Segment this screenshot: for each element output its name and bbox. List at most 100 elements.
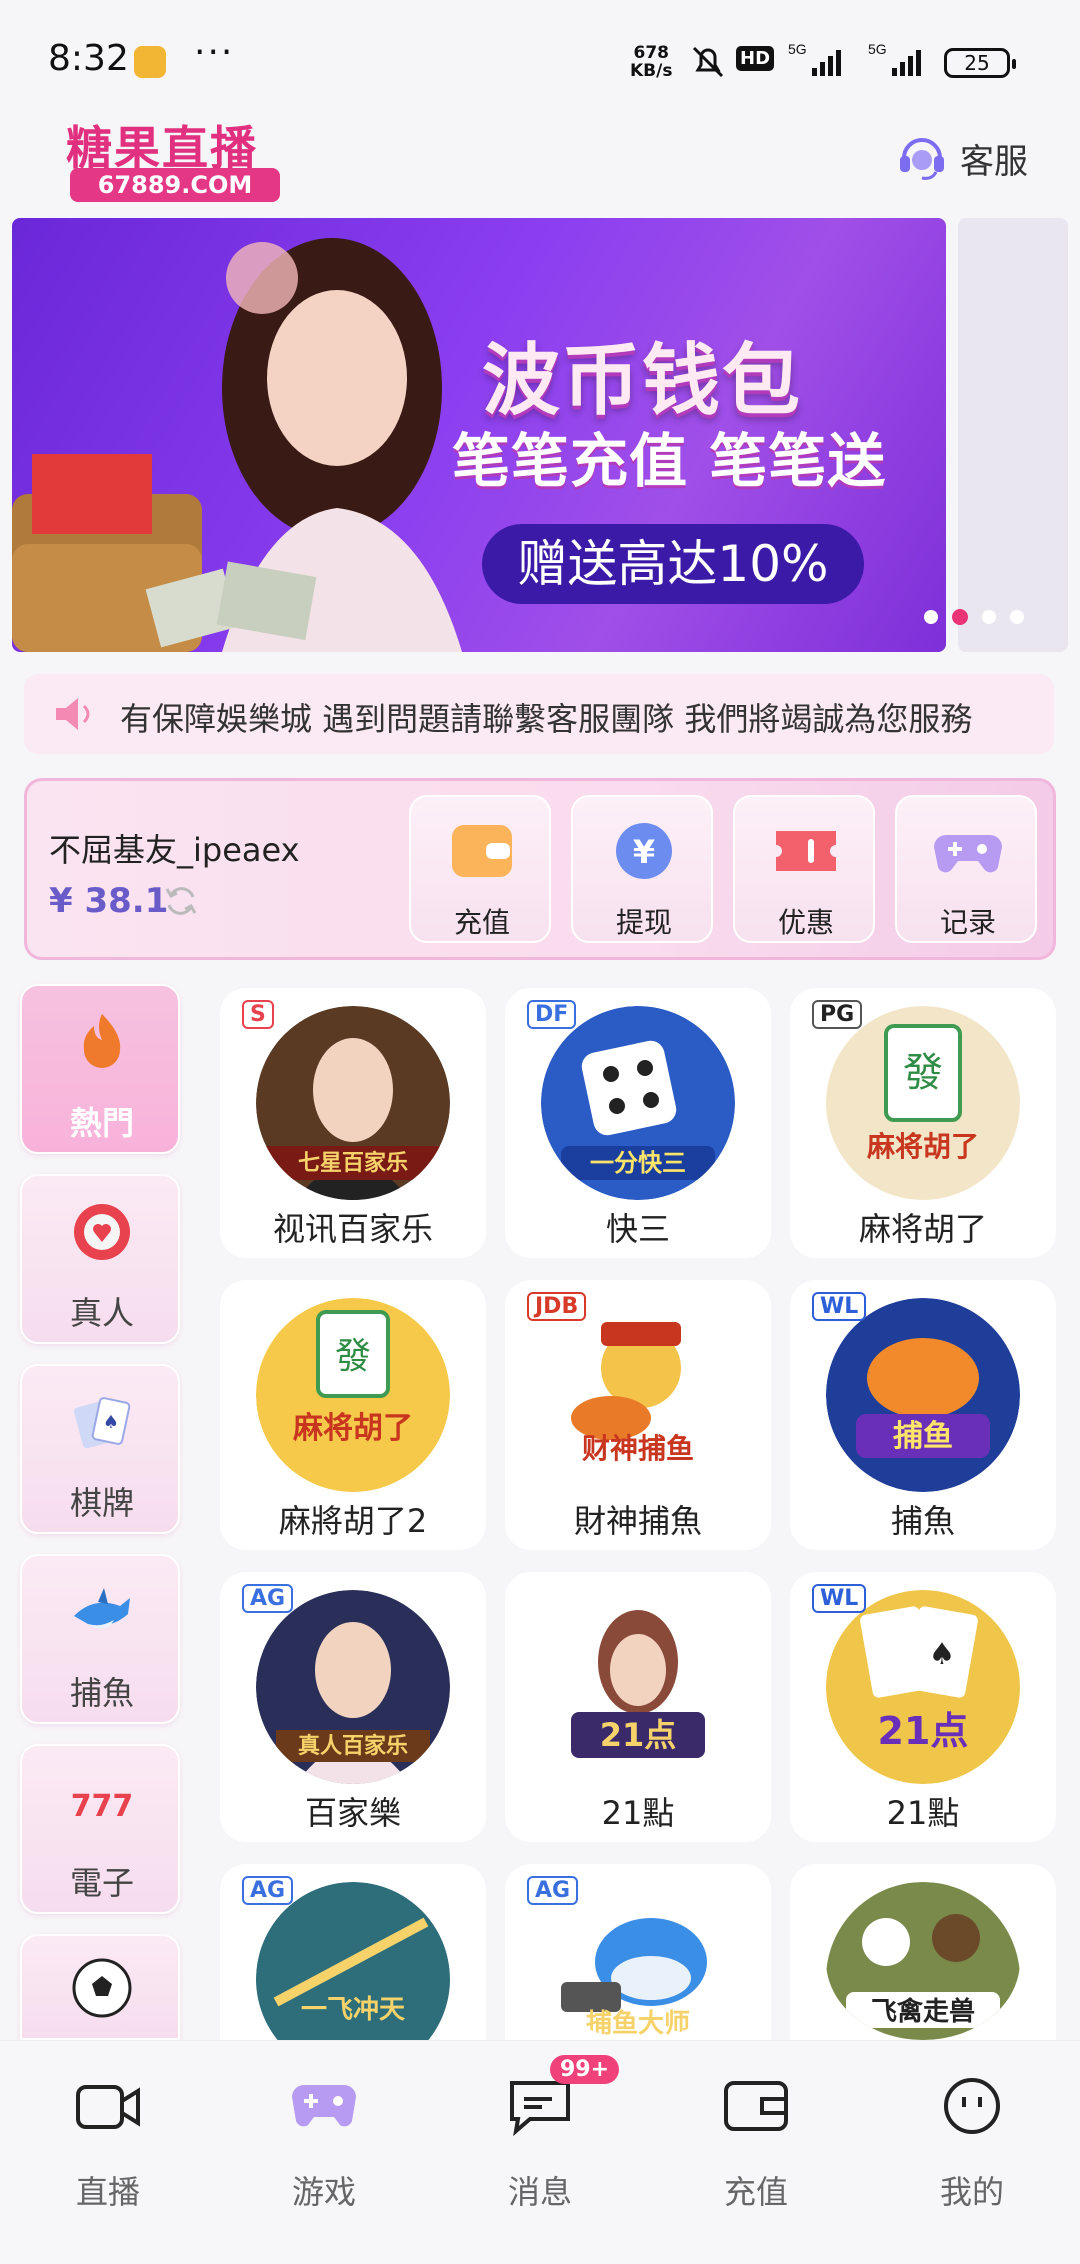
notice-text: 有保障娛樂城 遇到問題請聯繫客服團隊 我們將竭誠為您服務 <box>120 700 973 738</box>
customer-service-button[interactable]: 客服 <box>896 126 1046 186</box>
game-card[interactable]: 發 麻将胡了 麻將胡了2 <box>220 1280 486 1550</box>
game-art: 發 麻将胡了 <box>256 1298 450 1492</box>
game-art: ♠ 21点 <box>826 1590 1020 1784</box>
logo-domain: 67889.COM <box>70 168 280 202</box>
game-art: 一飞冲天 <box>256 1882 450 2040</box>
poker-chip-icon <box>74 1204 130 1260</box>
nav-label: 充值 <box>723 2173 788 2211</box>
withdraw-button[interactable]: ¥ 提现 <box>571 795 713 943</box>
nav-profile[interactable]: 我的 <box>864 2069 1080 2219</box>
shark-icon <box>74 1588 130 1629</box>
svg-text:777: 777 <box>71 1789 134 1824</box>
banner-dot-active[interactable] <box>952 609 968 625</box>
nav-games[interactable]: 游戏 <box>216 2069 432 2219</box>
records-button[interactable]: 记录 <box>895 795 1037 943</box>
game-card[interactable]: 财神捕鱼 JDB 財神捕魚 <box>505 1280 771 1550</box>
game-card[interactable]: 捕鱼 WL 捕魚 <box>790 1280 1056 1550</box>
signal-net-label-2: 5G <box>868 41 887 57</box>
headset-icon <box>900 138 944 180</box>
game-card[interactable]: 飞禽走兽 <box>790 1864 1056 2040</box>
game-title: 捕魚 <box>890 1502 955 1540</box>
withdraw-label: 提现 <box>615 906 672 939</box>
category-label: 棋牌 <box>69 1484 134 1522</box>
flame-icon <box>83 1014 121 1068</box>
category-hot[interactable]: 熱門 <box>20 984 180 1154</box>
balance: ¥ 38.1 <box>49 881 169 921</box>
gamepad-icon <box>292 2085 356 2127</box>
speaker-icon <box>56 698 90 730</box>
game-title: 麻將胡了2 <box>278 1502 428 1540</box>
category-label: 捕魚 <box>69 1674 134 1712</box>
game-card[interactable]: 七星百家乐 S 视讯百家乐 <box>220 988 486 1258</box>
banner-pagination <box>924 609 1034 626</box>
nav-messages[interactable]: 99+ 消息 <box>432 2055 648 2219</box>
game-card[interactable]: ♠ 21点 WL 21點 <box>790 1572 1056 1842</box>
game-art-text: 捕鱼大师 <box>586 2009 690 2039</box>
svg-text:♠: ♠ <box>103 1412 119 1433</box>
provider-badge: AG <box>242 1584 294 1613</box>
nav-label: 游戏 <box>291 2173 356 2211</box>
game-card[interactable]: 發 麻将胡了 PG 麻将胡了 <box>790 988 1056 1258</box>
soccer-ball-icon <box>72 1958 132 2018</box>
game-art-text: 财神捕鱼 <box>582 1432 694 1465</box>
provider-badge: WL <box>812 1584 867 1613</box>
promo-banner[interactable]: 波币钱包 笔笔充值 笔笔送 赠送高达10% <box>12 218 946 652</box>
nav-label: 我的 <box>939 2173 1004 2211</box>
customer-service-label: 客服 <box>960 142 1028 182</box>
game-art: 七星百家乐 <box>256 1006 450 1200</box>
category-label: 熱門 <box>69 1104 134 1142</box>
game-card[interactable]: 21点 21點 <box>505 1572 771 1842</box>
user-wallet-panel: 不屈基友_ipeaex ¥ 38.1 充值 ¥ 提现 优惠 记录 <box>24 778 1056 960</box>
game-art-text: 麻将胡了 <box>293 1411 413 1446</box>
nav-live[interactable]: 直播 <box>0 2069 216 2219</box>
category-fishing[interactable]: 捕魚 <box>20 1554 180 1724</box>
message-icon <box>510 2081 570 2137</box>
category-slots[interactable]: 777 電子 <box>20 1744 180 1914</box>
provider-badge: AG <box>242 1876 294 1905</box>
category-live[interactable]: 真人 <box>20 1174 180 1344</box>
game-title: 视讯百家乐 <box>272 1210 433 1248</box>
slot-777-icon: 777 <box>71 1789 134 1824</box>
wallet-icon <box>724 2081 788 2131</box>
svg-text:¥: ¥ <box>633 833 655 871</box>
refresh-icon[interactable] <box>163 883 199 919</box>
game-title: 財神捕魚 <box>573 1502 702 1540</box>
provider-badge: JDB <box>527 1292 587 1321</box>
banner-dot[interactable] <box>1010 610 1024 624</box>
signal-icon-2: 5G <box>868 41 921 76</box>
banner-dot[interactable] <box>982 610 996 624</box>
status-bar: 8:32 ··· 678 KB/s HD 5G 5G 25 <box>0 0 1080 120</box>
category-cards[interactable]: ♠ 棋牌 <box>20 1364 180 1534</box>
face-icon <box>944 2078 1000 2134</box>
game-art-text: 捕鱼 <box>893 1419 953 1454</box>
recharge-button[interactable]: 充值 <box>409 795 551 943</box>
game-card[interactable]: 一分快三 DF 快三 <box>505 988 771 1258</box>
camera-icon <box>76 2085 140 2129</box>
game-title: 百家樂 <box>304 1794 401 1832</box>
notice-marquee[interactable]: 有保障娛樂城 遇到問題請聯繫客服團隊 我們將竭誠為您服務 <box>24 674 1054 754</box>
banner-next-slide[interactable] <box>958 218 1068 652</box>
wallet-icon <box>452 825 512 877</box>
provider-badge: S <box>242 1000 274 1029</box>
promotions-button[interactable]: 优惠 <box>733 795 875 943</box>
provider-badge: AG <box>527 1876 579 1905</box>
game-art-text: 七星百家乐 <box>298 1150 408 1176</box>
game-title: 麻将胡了 <box>858 1210 987 1248</box>
game-art-text: 真人百家乐 <box>298 1733 408 1759</box>
game-art-text: 麻将胡了 <box>867 1130 979 1163</box>
speed-unit: KB/s <box>630 61 673 81</box>
banner-dot[interactable] <box>924 610 938 624</box>
game-card[interactable]: 一飞冲天 AG <box>220 1864 486 2040</box>
game-card[interactable]: 真人百家乐 AG 百家樂 <box>220 1572 486 1842</box>
provider-badge: PG <box>812 1000 863 1029</box>
category-sports[interactable] <box>20 1934 180 2040</box>
hd-badge: HD <box>736 46 775 71</box>
records-label: 记录 <box>939 906 996 939</box>
game-art: 财神捕鱼 <box>541 1298 735 1492</box>
status-time: 8:32 <box>48 38 129 79</box>
nav-label: 消息 <box>507 2173 572 2211</box>
banner-subtitle: 笔笔充值 笔笔送 <box>452 427 887 495</box>
nav-recharge[interactable]: 充值 <box>648 2069 864 2219</box>
game-card[interactable]: 捕鱼大师 AG <box>505 1864 771 2040</box>
recharge-label: 充值 <box>453 906 510 939</box>
